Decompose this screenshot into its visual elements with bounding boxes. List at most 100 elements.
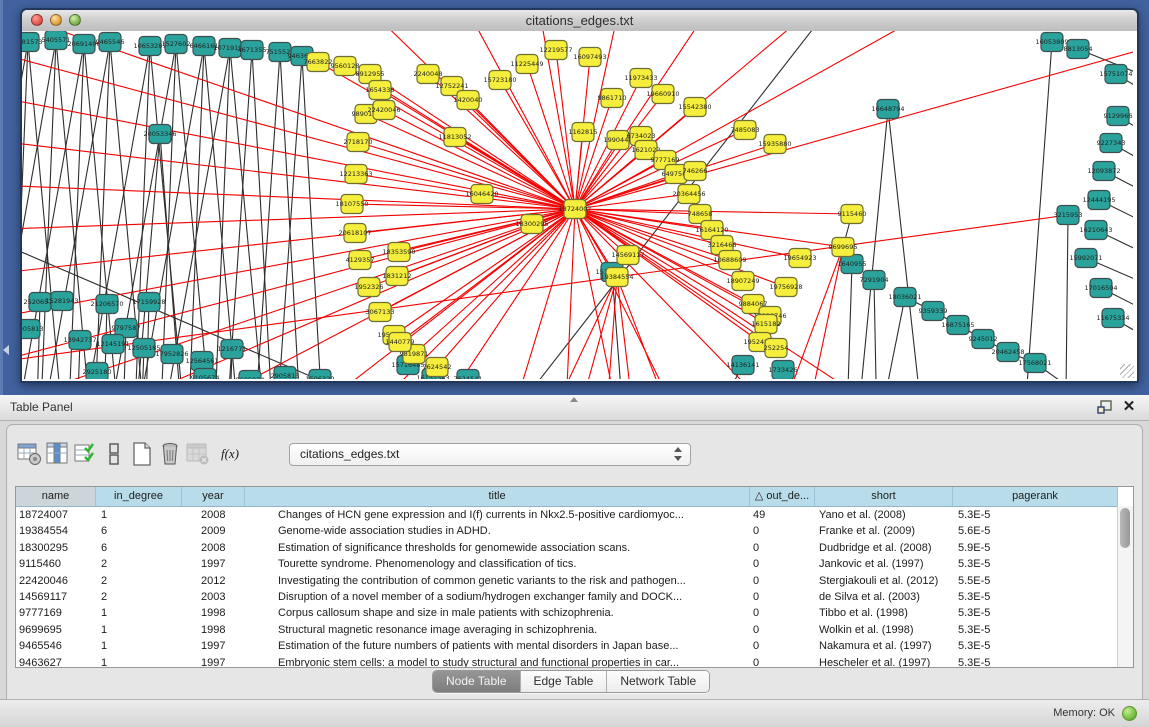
graph-node[interactable]: 2925180 <box>83 363 112 380</box>
graph-edge[interactable] <box>575 209 640 379</box>
close-panel-icon[interactable]: ✕ <box>1121 397 1137 417</box>
graph-node[interactable]: 1952326 <box>355 278 384 297</box>
graph-node[interactable]: 7624542 <box>423 358 452 377</box>
graph-node[interactable]: 18907249 <box>726 272 759 291</box>
graph-node[interactable]: 1640955 <box>838 255 867 274</box>
table-row[interactable]: 1872400712008Changes of HCN gene express… <box>16 507 1133 523</box>
window-resize-grip[interactable] <box>1120 364 1134 378</box>
graph-node[interactable]: 1654338 <box>366 81 395 100</box>
graph-edge[interactable] <box>575 31 880 209</box>
function-builder-icon[interactable]: f(x) <box>217 441 243 467</box>
tab-node-table[interactable]: Node Table <box>433 671 521 692</box>
graph-node[interactable]: 11225449 <box>510 55 543 74</box>
graph-node[interactable]: 3215953 <box>1054 206 1083 225</box>
graph-node[interactable]: 19660910 <box>646 85 679 104</box>
tab-network-table[interactable]: Network Table <box>607 671 709 692</box>
graph-node[interactable]: 1440779 <box>386 333 415 352</box>
graph-node[interactable]: 7663822 <box>304 53 333 72</box>
graph-node[interactable]: 20618107 <box>338 224 371 243</box>
graph-edge[interactable] <box>530 277 617 379</box>
table-row[interactable]: 946362711997Embryonic stem cells: a mode… <box>16 655 1133 668</box>
graph-node[interactable]: 8813054 <box>1064 40 1093 59</box>
graph-node[interactable]: 17568021 <box>1018 354 1051 373</box>
graph-node[interactable]: 2240048 <box>414 65 443 84</box>
table-row[interactable]: 977716911998Corpus callosum shape and si… <box>16 605 1133 621</box>
graph-node[interactable]: 9115460 <box>838 205 867 224</box>
graph-node[interactable]: 11973433 <box>624 69 657 88</box>
graph-node[interactable]: 9227343 <box>1097 134 1126 153</box>
table-row[interactable]: 969969511998Structural magnetic resonanc… <box>16 622 1133 638</box>
column-header-pagerank[interactable]: pagerank <box>953 487 1118 506</box>
graph-node[interactable]: 17159928 <box>132 293 165 312</box>
graph-node[interactable]: 7291904 <box>860 271 889 290</box>
graph-node[interactable]: 7905813 <box>22 320 43 339</box>
graph-node[interactable]: 1733426 <box>769 361 798 380</box>
graph-node[interactable]: 18107550 <box>335 195 368 214</box>
graph-node[interactable]: 15723180 <box>483 71 516 90</box>
graph-edge[interactable] <box>575 209 852 214</box>
collapse-west-panel-icon[interactable] <box>3 345 9 355</box>
graph-node[interactable]: 16210643 <box>1079 221 1112 240</box>
table-row[interactable]: 2242004622012Investigating the contribut… <box>16 573 1133 589</box>
delete-column-icon[interactable] <box>157 441 183 467</box>
tab-edge-table[interactable]: Edge Table <box>521 671 608 692</box>
graph-node[interactable]: 1216771 <box>218 340 247 359</box>
graph-node[interactable]: 16648794 <box>871 100 904 119</box>
graph-node[interactable]: 12444195 <box>1082 191 1115 210</box>
graph-edge[interactable] <box>575 31 1000 209</box>
graph-node[interactable]: 15992071 <box>1069 249 1102 268</box>
table-source-dropdown[interactable]: citations_edges.txt <box>289 443 691 466</box>
graph-edge[interactable] <box>888 109 928 379</box>
graph-node[interactable]: 7624541 <box>454 370 483 380</box>
row-options-icon[interactable] <box>101 441 127 467</box>
column-header-in_degree[interactable]: in_degree <box>96 487 182 506</box>
panel-divider-handle[interactable] <box>570 397 578 402</box>
graph-node[interactable]: 2718170 <box>344 133 373 152</box>
graph-node[interactable]: 14136141 <box>726 356 759 375</box>
graph-edge[interactable] <box>1020 42 1052 379</box>
create-column-icon[interactable] <box>129 441 155 467</box>
graph-node[interactable]: 4671355 <box>238 41 267 60</box>
graph-node[interactable]: 7485083 <box>731 121 760 140</box>
column-header-title[interactable]: title <box>245 487 750 506</box>
graph-node[interactable]: 8605974 <box>236 371 265 380</box>
graph-node[interactable]: 5405571 <box>42 31 71 50</box>
graph-node[interactable]: 9105674 <box>191 369 220 380</box>
graph-edge[interactable] <box>617 277 680 379</box>
graph-node[interactable]: 1420040 <box>454 91 483 110</box>
column-header-name[interactable]: name <box>16 487 96 506</box>
window-titlebar[interactable]: citations_edges.txt <box>22 10 1137 32</box>
graph-node[interactable]: 9129966 <box>1104 107 1133 126</box>
graph-edge[interactable] <box>1065 215 1068 379</box>
graph-node[interactable]: 4129357 <box>346 251 375 270</box>
graph-node[interactable]: 252254 <box>764 339 789 358</box>
graph-node[interactable]: 1162815 <box>569 123 598 142</box>
graph-node[interactable]: 2905813 <box>271 367 300 380</box>
import-table-icon[interactable] <box>73 441 99 467</box>
network-view-window[interactable]: citations_edges.txt 26815735405571206914… <box>20 8 1139 383</box>
column-header-short[interactable]: short <box>815 487 953 506</box>
table-settings-icon[interactable] <box>17 441 43 467</box>
table-row[interactable]: 1938455462009Genome-wide association stu… <box>16 523 1133 539</box>
table-row[interactable]: 1456911722003Disruption of a novel membe… <box>16 589 1133 605</box>
graph-node[interactable]: 9861710 <box>598 89 627 108</box>
graph-node[interactable]: 19654923 <box>783 249 816 268</box>
graph-node[interactable]: 746266 <box>683 162 708 181</box>
graph-node[interactable]: 9699695 <box>829 238 858 257</box>
graph-node[interactable]: 15542380 <box>678 98 711 117</box>
network-canvas[interactable]: 2681573540557120691406946554610653287152… <box>22 31 1137 381</box>
graph-node[interactable]: 12219577 <box>539 41 572 60</box>
column-header-out_de[interactable]: △ out_de... <box>750 487 815 506</box>
table-row[interactable]: 911546021997Tourette syndrome. Phenomeno… <box>16 556 1133 572</box>
graph-edge[interactable] <box>145 48 230 379</box>
graph-node[interactable]: 19756928 <box>769 278 802 297</box>
citation-network-graph[interactable]: 2681573540557120691406946554610653287152… <box>22 31 1133 379</box>
graph-node[interactable]: 2681573 <box>22 33 42 52</box>
graph-node[interactable]: 21206570 <box>90 295 123 314</box>
graph-node[interactable]: 18036021 <box>888 288 921 307</box>
graph-node[interactable]: 3067133 <box>366 303 395 322</box>
graph-edge[interactable] <box>874 280 878 379</box>
graph-node[interactable]: 13942737 <box>63 331 96 350</box>
column-header-year[interactable]: year <box>182 487 245 506</box>
table-row[interactable]: 946554611997Estimation of the future num… <box>16 638 1133 654</box>
